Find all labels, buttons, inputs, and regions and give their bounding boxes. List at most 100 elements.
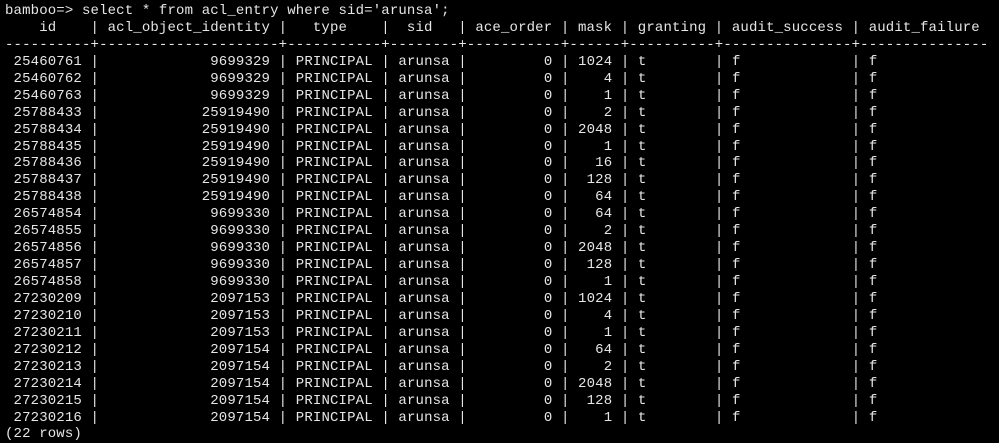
table-row: 26574854 | 9699330 | PRINCIPAL | arunsa … xyxy=(5,206,999,223)
cell-ace-order: 0 xyxy=(466,324,561,341)
cell-sid: arunsa xyxy=(389,138,459,155)
column-separator: | xyxy=(851,341,861,358)
cell-id: 26574858 xyxy=(5,274,91,290)
column-separator: | xyxy=(381,172,390,189)
column-separator: | xyxy=(278,155,288,172)
cell-sid: arunsa xyxy=(389,206,459,223)
cell-id: 27230216 xyxy=(5,409,91,426)
column-separator: | xyxy=(90,324,100,341)
table-row: 27230212 | 2097154 | PRINCIPAL | arunsa … xyxy=(5,342,999,359)
column-separator: | xyxy=(560,87,570,104)
cell-acl-object-identity: 25919490 xyxy=(99,138,279,155)
column-separator: | xyxy=(560,53,570,70)
column-separator: | xyxy=(90,375,100,392)
prompt: bamboo=> xyxy=(5,3,82,19)
terminal-window[interactable]: bamboo=> select * from acl_entry where s… xyxy=(0,0,999,442)
cell-sid: arunsa xyxy=(389,375,459,392)
column-separator: | xyxy=(278,409,288,426)
column-separator: | xyxy=(90,53,100,70)
table-row: 26574856 | 9699330 | PRINCIPAL | arunsa … xyxy=(5,240,999,257)
result-rows: 25460761 | 9699329 | PRINCIPAL | arunsa … xyxy=(5,54,999,427)
cell-mask: 4 xyxy=(569,70,621,87)
row-count: (22 rows) xyxy=(5,426,82,443)
cell-granting: t xyxy=(629,240,715,257)
cell-type: PRINCIPAL xyxy=(287,104,382,121)
cell-acl-object-identity: 2097153 xyxy=(99,290,279,307)
cell-sid: arunsa xyxy=(389,358,459,375)
table-row: 27230215 | 2097154 | PRINCIPAL | arunsa … xyxy=(5,393,999,410)
cell-granting: t xyxy=(629,70,715,87)
table-row: 25460761 | 9699329 | PRINCIPAL | arunsa … xyxy=(5,54,999,71)
cell-audit-success: f xyxy=(723,223,852,240)
cell-ace-order: 0 xyxy=(466,290,561,307)
column-separator: | xyxy=(381,223,390,240)
cell-granting: t xyxy=(629,375,715,392)
cell-ace-order: 0 xyxy=(466,87,561,104)
column-separator: | xyxy=(458,375,467,392)
column-separator: | xyxy=(278,138,288,155)
cell-acl-object-identity: 9699330 xyxy=(99,274,279,290)
table-row: 27230209 | 2097153 | PRINCIPAL | arunsa … xyxy=(5,291,999,308)
column-separator: | xyxy=(381,87,390,104)
column-separator: | xyxy=(278,341,288,358)
column-separator: | xyxy=(851,121,861,138)
cell-mask: 2048 xyxy=(569,121,621,138)
cell-audit-success: f xyxy=(723,155,852,172)
cell-sid: arunsa xyxy=(389,290,459,307)
cell-audit-failure: f xyxy=(860,240,989,257)
cell-audit-success: f xyxy=(723,274,852,290)
column-separator: | xyxy=(278,172,288,189)
cell-type: PRINCIPAL xyxy=(287,53,382,70)
cell-id: 25788433 xyxy=(5,104,91,121)
column-separator: | xyxy=(851,172,861,189)
column-separator: | xyxy=(458,206,467,223)
column-separator: | xyxy=(278,53,288,70)
column-separator: | xyxy=(458,307,467,324)
cell-id: 26574854 xyxy=(5,206,91,223)
table-row: 25788434 | 25919490 | PRINCIPAL | arunsa… xyxy=(5,122,999,139)
cell-type: PRINCIPAL xyxy=(287,70,382,87)
cell-audit-failure: f xyxy=(860,138,989,155)
column-separator: | xyxy=(560,104,570,121)
table-row: 27230216 | 2097154 | PRINCIPAL | arunsa … xyxy=(5,410,999,427)
cell-sid: arunsa xyxy=(389,53,459,70)
column-separator: | xyxy=(90,392,100,409)
cell-type: PRINCIPAL xyxy=(287,358,382,375)
column-separator: | xyxy=(851,307,861,324)
cell-type: PRINCIPAL xyxy=(287,240,382,257)
cell-id: 25788436 xyxy=(5,155,91,172)
cell-id: 27230211 xyxy=(5,324,91,341)
column-separator: | xyxy=(851,324,861,341)
column-separator: | xyxy=(278,240,288,257)
cell-acl-object-identity: 9699329 xyxy=(99,87,279,104)
cell-id: 27230213 xyxy=(5,358,91,375)
cell-id: 27230209 xyxy=(5,290,91,307)
cell-id: 25460762 xyxy=(5,70,91,87)
cell-id: 25460763 xyxy=(5,87,91,104)
cell-mask: 2 xyxy=(569,358,621,375)
column-separator: | xyxy=(90,189,100,206)
cell-granting: t xyxy=(629,257,715,274)
column-separator: | xyxy=(381,121,390,138)
cell-granting: t xyxy=(629,324,715,341)
cell-audit-failure: f xyxy=(860,358,989,375)
column-separator: | xyxy=(458,341,467,358)
column-separator: | xyxy=(278,121,288,138)
cell-acl-object-identity: 25919490 xyxy=(99,189,279,206)
column-separator: | xyxy=(381,104,390,121)
cell-ace-order: 0 xyxy=(466,392,561,409)
column-separator: | xyxy=(278,206,288,223)
cell-mask: 128 xyxy=(569,172,621,189)
column-separator: | xyxy=(381,70,390,87)
column-separator: | xyxy=(278,358,288,375)
column-separator: | xyxy=(90,409,100,426)
table-separator: ----------+---------------------+-------… xyxy=(5,36,989,53)
column-separator: | xyxy=(458,138,467,155)
cell-type: PRINCIPAL xyxy=(287,274,382,290)
table-row: 25460762 | 9699329 | PRINCIPAL | arunsa … xyxy=(5,71,999,88)
cell-mask: 1 xyxy=(569,324,621,341)
cell-id: 25788437 xyxy=(5,172,91,189)
column-separator: | xyxy=(381,53,390,70)
cell-audit-success: f xyxy=(723,375,852,392)
cell-audit-success: f xyxy=(723,172,852,189)
